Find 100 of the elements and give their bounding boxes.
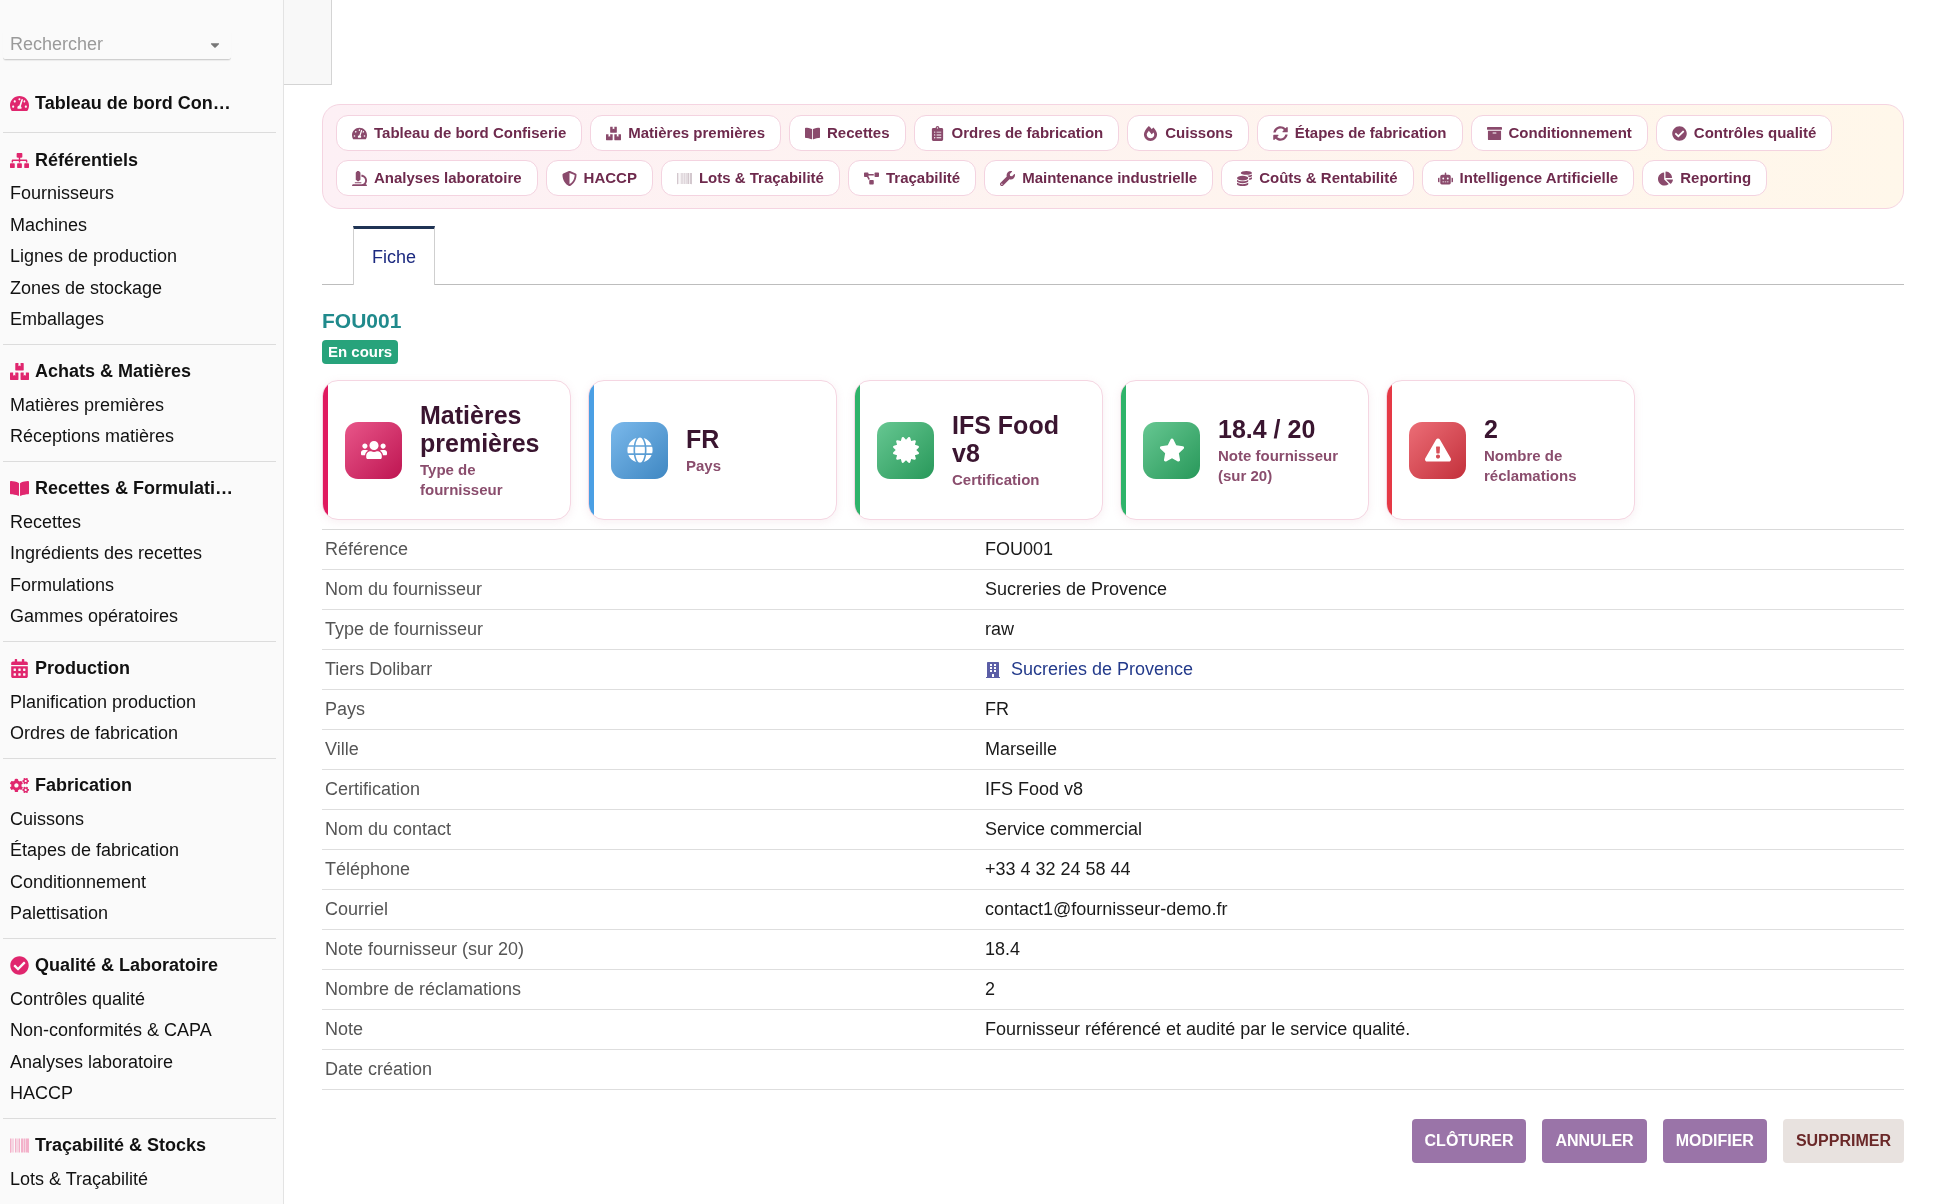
quick-link-button[interactable]: Coûts & Rentabilité [1221, 160, 1414, 196]
sidebar-section-title[interactable]: Achats & Matières [35, 358, 192, 385]
sidebar-item[interactable]: Réceptions matières [10, 423, 175, 451]
status-badge: En cours [322, 340, 399, 364]
gauge-icon [10, 93, 29, 113]
sidebar-item[interactable]: Planification production [10, 688, 197, 716]
card-label: Type de fournisseur [420, 459, 504, 500]
card-label: Nombre de réclamations [1484, 445, 1578, 486]
card-value: IFS Food v8 [952, 410, 1060, 467]
sidebar-section-title[interactable]: Recettes & Formulati… [35, 475, 234, 502]
clipboard-icon [929, 125, 945, 141]
field-label: Ville [324, 738, 359, 761]
boxes-icon [606, 125, 622, 141]
sidebar-item[interactable]: Fournisseurs [10, 180, 115, 208]
sidebar-item[interactable]: Gammes opératoires [10, 603, 179, 631]
sitemap-icon [10, 150, 29, 170]
field-label: Courriel [324, 898, 389, 921]
warning-icon [1409, 421, 1466, 479]
robot-icon [1437, 170, 1453, 186]
sidebar-section-title[interactable]: Traçabilité & Stocks [35, 1132, 207, 1159]
sidebar-section-title[interactable]: Qualité & Laboratoire [35, 952, 219, 979]
field-label: Pays [324, 698, 366, 721]
quick-link-button[interactable]: Analyses laboratoire [336, 160, 538, 196]
pie-chart-icon [1658, 170, 1674, 186]
archive-icon [1486, 125, 1502, 141]
sidebar-item[interactable]: Emballages [10, 306, 105, 334]
barcode-icon [676, 170, 692, 186]
action-button[interactable]: CLÔTURER [1411, 1119, 1527, 1163]
card-label: Note fournisseur (sur 20) [1218, 445, 1339, 486]
sidebar-item[interactable]: Machines [10, 211, 88, 239]
sidebar-item[interactable]: Cuissons [10, 805, 85, 833]
field-label: Référence [324, 538, 409, 561]
sidebar-item[interactable]: Ingrédients des recettes [10, 540, 203, 568]
quick-link-button[interactable]: Conditionnement [1470, 115, 1648, 151]
calendar-icon [10, 659, 29, 678]
action-button[interactable]: MODIFIER [1662, 1119, 1767, 1163]
sidebar-item[interactable]: Ordres de fabrication [10, 720, 179, 748]
quick-link-button[interactable]: Tableau de bord Confiserie [336, 115, 583, 151]
search-field[interactable]: Rechercher [3, 30, 231, 60]
sidebar-section-title[interactable]: Production [35, 655, 130, 682]
seal-icon [877, 421, 934, 479]
card-value: 2 [1484, 414, 1499, 443]
gauge-icon [352, 125, 367, 141]
field-value: Service commercial [985, 818, 1143, 841]
quick-link-button[interactable]: Lots & Traçabilité [660, 160, 840, 196]
sidebar-item[interactable]: Recettes [10, 508, 82, 536]
field-value: +33 4 32 24 58 44 [985, 858, 1131, 881]
field-value: FR [985, 698, 1009, 721]
book-icon [805, 125, 820, 141]
field-value: FOU001 [985, 538, 1054, 561]
quick-link-button[interactable]: Étapes de fabrication [1256, 115, 1463, 151]
quick-link-button[interactable]: Recettes [789, 115, 906, 151]
quick-link-button[interactable]: Intelligence Artificielle [1421, 160, 1635, 196]
sidebar-section-title[interactable]: Fabrication [35, 772, 132, 799]
sidebar-item[interactable]: Contrôles qualité [10, 985, 146, 1013]
field-value: 2 [985, 978, 995, 1001]
field-label: Note [324, 1018, 364, 1041]
sidebar-item[interactable]: Formulations [10, 571, 115, 599]
quick-link-button[interactable]: HACCP [545, 160, 653, 196]
sidebar-item[interactable]: Zones de stockage [10, 274, 163, 302]
action-button[interactable]: ANNULER [1542, 1119, 1647, 1163]
sidebar-item[interactable]: Non-conformités & CAPA [10, 1017, 212, 1045]
card-label: Certification [952, 469, 1041, 490]
flame-icon [1143, 125, 1159, 141]
field-label: Nom du fournisseur [324, 578, 483, 601]
quick-link-button[interactable]: Ordres de fabrication [913, 115, 1120, 151]
field-label: Téléphone [324, 858, 411, 881]
sidebar-item[interactable]: HACCP [10, 1080, 73, 1108]
boxes-icon [10, 362, 29, 381]
sidebar-item[interactable]: Analyses laboratoire [10, 1048, 174, 1076]
field-value: contact1@fournisseur-demo.fr [985, 898, 1228, 921]
card-label: Pays [686, 455, 723, 476]
quick-link-button[interactable]: Contrôles qualité [1655, 115, 1833, 151]
supplier-link[interactable]: Sucreries de Provence [1011, 656, 1194, 683]
field-value: IFS Food v8 [985, 778, 1084, 801]
sidebar-item[interactable]: Palettisation [10, 900, 109, 928]
field-value: Sucreries de Provence [985, 578, 1168, 601]
quick-link-button[interactable]: Cuissons [1127, 115, 1249, 151]
field-label: Tiers Dolibarr [324, 658, 433, 681]
sidebar-item[interactable]: Conditionnement [10, 868, 147, 896]
quick-link-button[interactable]: Reporting [1642, 160, 1768, 196]
card-value: FR [686, 424, 721, 453]
tab[interactable]: Fiche [353, 226, 435, 285]
sidebar-section-title[interactable]: Tableau de bord Con… [35, 89, 231, 117]
shield-icon [561, 170, 577, 186]
quick-link-button[interactable]: Traçabilité [847, 160, 977, 196]
sidebar-item[interactable]: Lignes de production [10, 243, 178, 271]
book-icon [10, 479, 29, 498]
coins-icon [1237, 170, 1253, 186]
sidebar-item[interactable]: Lots & Traçabilité [10, 1165, 149, 1193]
quick-link-button[interactable]: Matières premières [590, 115, 781, 151]
sidebar-section-title[interactable]: Référentiels [35, 146, 139, 174]
field-value: Marseille [985, 738, 1058, 761]
quick-link-button[interactable]: Maintenance industrielle [984, 160, 1214, 196]
sidebar-item[interactable]: Étapes de fabrication [10, 837, 180, 865]
card-value: 18.4 / 20 [1218, 414, 1317, 443]
users-icon [345, 421, 402, 479]
action-button[interactable]: SUPPRIMER [1782, 1119, 1904, 1163]
record-ref: FOU001 [322, 308, 402, 334]
sidebar-item[interactable]: Matières premières [10, 391, 165, 419]
